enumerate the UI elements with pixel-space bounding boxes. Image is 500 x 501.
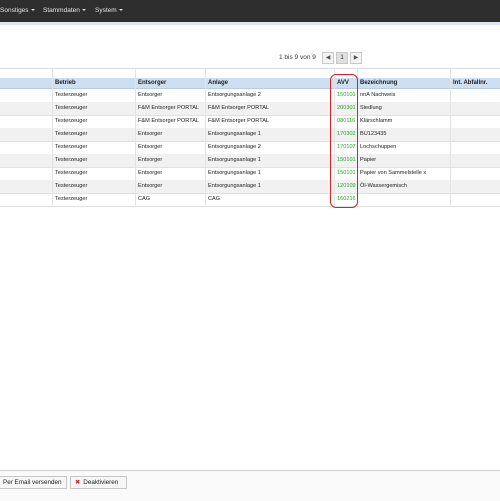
prev-page-button[interactable]: ◀ — [322, 52, 334, 64]
cell-anlage: Entsorgungsanlage 2 — [208, 92, 261, 98]
table-row[interactable]: Testerzeuger F&M Entsorger PORTAL F&M En… — [0, 102, 500, 116]
chevron-left-icon: ◀ — [325, 55, 331, 61]
menu-system[interactable]: System — [95, 0, 123, 22]
cell-entsorger: Entsorger — [138, 170, 163, 176]
caret-down-icon — [81, 9, 86, 12]
cell-betrieb: Testerzeuger — [55, 170, 88, 176]
cell-entsorger: Entsorger — [138, 183, 163, 189]
cell-anlage: Entsorgungsanlage 1 — [208, 170, 261, 176]
cell-entsorger: F&M Entsorger PORTAL — [138, 105, 200, 111]
menu-sonstiges-label: Sonstiges — [0, 7, 29, 14]
cell-entsorger: Entsorger — [138, 144, 163, 150]
next-page-button[interactable]: ▶ — [350, 52, 362, 64]
cell-avv: 120109 — [337, 183, 356, 189]
column-divider — [52, 68, 53, 205]
cell-bezeichnung: Papier von Sammelstelle x — [360, 170, 427, 176]
column-header-avv[interactable]: AVV — [337, 78, 349, 88]
menu-stammdaten[interactable]: Stammdaten — [43, 0, 86, 22]
email-send-button[interactable]: Per Email versenden — [0, 476, 67, 489]
table-row[interactable]: Testerzeuger Entsorger Entsorgungsanlage… — [0, 141, 500, 155]
cell-avv: 170107 — [337, 144, 356, 150]
deactivate-button[interactable]: ✖ Deaktivieren — [70, 476, 127, 489]
column-divider — [357, 68, 358, 205]
table-row[interactable]: Testerzeuger CAG CAG 160216 — [0, 193, 500, 207]
cell-avv: 170302 — [337, 131, 356, 137]
menu-sonstiges[interactable]: Sonstiges — [0, 0, 35, 22]
cell-bezeichnung: Öl-Wassergemisch — [360, 183, 408, 189]
column-header-int-abfallnr[interactable]: Int. Abfallnr. — [453, 78, 487, 88]
column-header-betrieb[interactable]: Betrieb — [55, 78, 76, 88]
page-button-1[interactable]: 1 — [336, 52, 348, 64]
deactivate-label: Deaktivieren — [83, 479, 119, 486]
column-header-bezeichnung[interactable]: Bezeichnung — [360, 78, 397, 88]
column-divider — [334, 68, 335, 205]
cell-betrieb: Testerzeuger — [55, 131, 88, 137]
top-navbar: Sonstiges Stammdaten System — [0, 0, 500, 23]
cell-bezeichnung: Lochschuppen — [360, 144, 397, 150]
cell-betrieb: Testerzeuger — [55, 144, 88, 150]
cell-betrieb: Testerzeuger — [55, 118, 88, 124]
cell-bezeichnung: BU123435 — [360, 131, 387, 137]
cell-bezeichnung: Siedlung — [360, 105, 382, 111]
cell-betrieb: Testerzeuger — [55, 183, 88, 189]
column-divider — [205, 68, 206, 205]
table-row[interactable]: Testerzeuger Entsorger Entsorgungsanlage… — [0, 128, 500, 142]
cell-anlage: F&M Entsorger PORTAL — [208, 118, 270, 124]
cell-bezeichnung: Papier — [360, 157, 377, 163]
email-send-label: Per Email versenden — [3, 479, 62, 486]
cell-entsorger: Entsorger — [138, 131, 163, 137]
cell-bezeichnung: Klärschlamm — [360, 118, 393, 124]
cell-avv: 200301 — [337, 105, 356, 111]
table-row[interactable]: Testerzeuger Entsorger Entsorgungsanlage… — [0, 154, 500, 168]
cell-avv: 150101 — [337, 157, 356, 163]
navbar-accent-line — [0, 22, 500, 25]
table-row[interactable]: Testerzeuger Entsorger Entsorgungsanlage… — [0, 180, 500, 194]
pagination-summary: 1 bis 9 von 9 — [279, 54, 316, 61]
cell-avv: 160216 — [337, 196, 356, 202]
column-header-entsorger[interactable]: Entsorger — [138, 78, 166, 88]
cell-entsorger: Entsorger — [138, 92, 163, 98]
cell-entsorger: CAG — [138, 196, 151, 202]
caret-down-icon — [118, 9, 123, 12]
cell-anlage: Entsorgungsanlage 1 — [208, 131, 261, 137]
column-header-anlage[interactable]: Anlage — [208, 78, 228, 88]
cell-anlage: Entsorgungsanlage 2 — [208, 144, 261, 150]
cell-betrieb: Testerzeuger — [55, 196, 88, 202]
cell-betrieb: Testerzeuger — [55, 92, 88, 98]
cell-entsorger: F&M Entsorger PORTAL — [138, 118, 200, 124]
cell-avv: 150101 — [337, 92, 356, 98]
cell-avv: 080116 — [337, 118, 356, 124]
cell-bezeichnung: nnA Nachweis — [360, 92, 396, 98]
table-row[interactable]: Testerzeuger Entsorger Entsorgungsanlage… — [0, 167, 500, 181]
caret-down-icon — [30, 9, 35, 12]
table-row[interactable]: Testerzeuger Entsorger Entsorgungsanlage… — [0, 89, 500, 103]
table-row[interactable]: Testerzeuger F&M Entsorger PORTAL F&M En… — [0, 115, 500, 129]
menu-system-label: System — [95, 7, 117, 14]
column-divider — [450, 68, 451, 205]
cell-betrieb: Testerzeuger — [55, 157, 88, 163]
cell-entsorger: Entsorger — [138, 157, 163, 163]
menu-stammdaten-label: Stammdaten — [43, 7, 80, 14]
cell-anlage: Entsorgungsanlage 1 — [208, 183, 261, 189]
table-header: Betrieb Entsorger Anlage AVV Bezeichnung… — [0, 78, 500, 89]
column-divider — [135, 68, 136, 205]
close-icon: ✖ — [75, 479, 81, 486]
chevron-right-icon: ▶ — [353, 55, 359, 61]
cell-anlage: F&M Entsorger PORTAL — [208, 105, 270, 111]
cell-anlage: Entsorgungsanlage 1 — [208, 157, 261, 163]
cell-anlage: CAG — [208, 196, 221, 202]
cell-avv: 150101 — [337, 170, 356, 176]
cell-betrieb: Testerzeuger — [55, 105, 88, 111]
